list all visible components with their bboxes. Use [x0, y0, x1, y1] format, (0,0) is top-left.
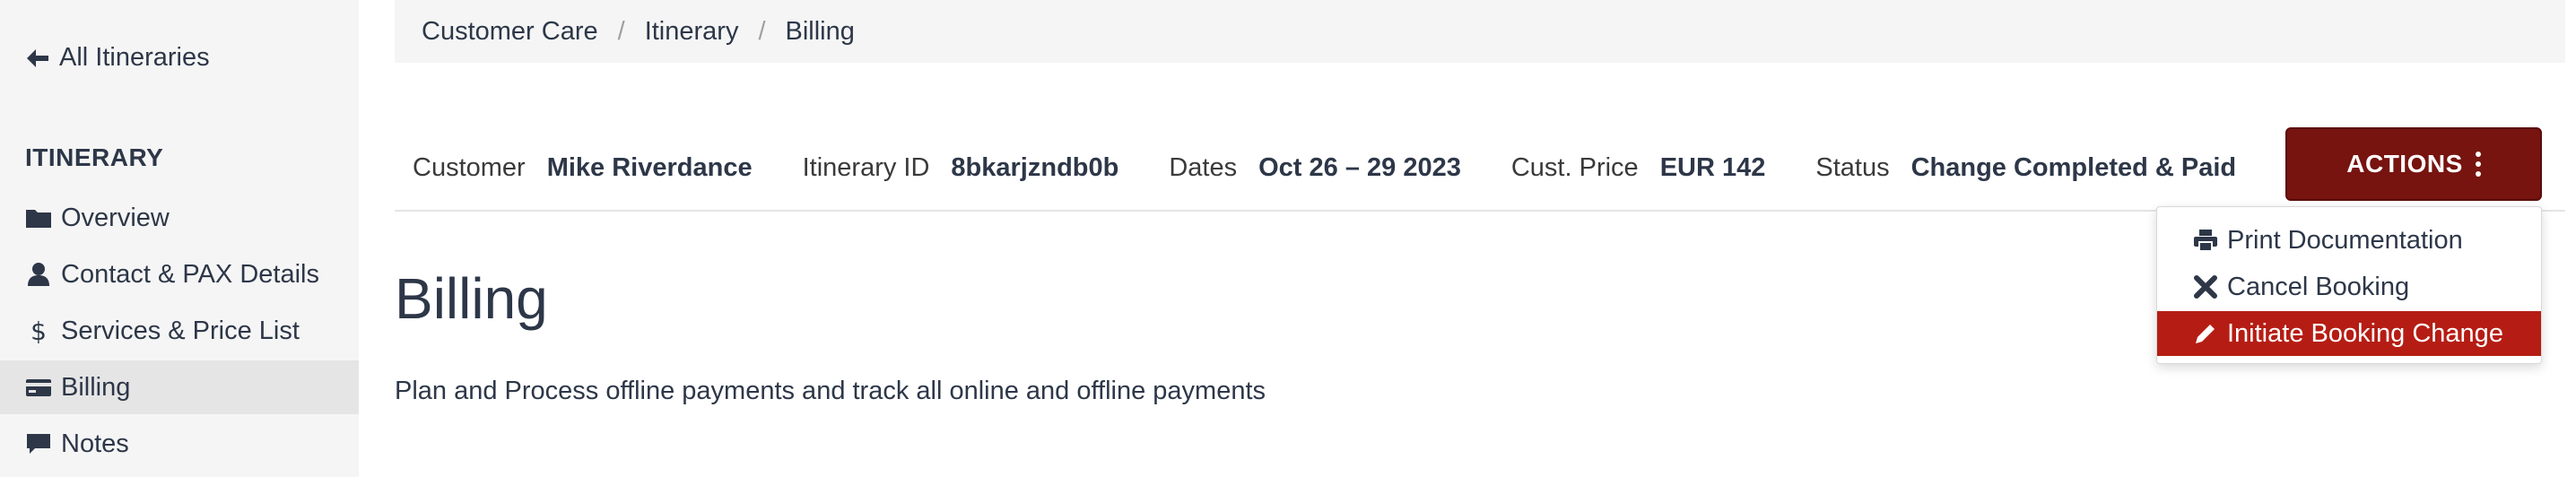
arrow-left-icon — [27, 48, 48, 67]
folder-icon — [25, 205, 52, 230]
status-label: Status — [1815, 152, 1890, 182]
actions-button[interactable]: ACTIONS — [2285, 127, 2542, 201]
status-field: Status Change Completed & Paid — [1815, 153, 2236, 183]
app: All Itineraries ITINERARY Overview Conta… — [0, 0, 2576, 477]
breadcrumb-customer-care[interactable]: Customer Care — [422, 17, 598, 47]
back-to-itineraries-link[interactable]: All Itineraries — [25, 43, 210, 73]
itinerary-info-bar: Customer Mike Riverdance Itinerary ID 8b… — [395, 126, 2565, 212]
user-icon — [25, 262, 52, 287]
itinerary-id-label: Itinerary ID — [802, 152, 930, 182]
sidebar-item-services[interactable]: $ Services & Price List — [0, 304, 359, 358]
itinerary-id-value: 8bkarjzndb0b — [951, 152, 1119, 182]
credit-card-icon — [25, 375, 52, 400]
dates-field: Dates Oct 26 – 29 2023 — [1169, 153, 1461, 183]
close-icon — [2194, 275, 2217, 299]
customer-value: Mike Riverdance — [546, 152, 753, 182]
sidebar-item-notes[interactable]: Notes — [0, 417, 359, 471]
svg-text:$: $ — [30, 318, 47, 343]
sidebar-item-label: Overview — [61, 203, 170, 232]
comment-icon — [25, 431, 52, 456]
sidebar-item-label: Billing — [61, 372, 131, 402]
menu-item-label: Initiate Booking Change — [2227, 318, 2503, 348]
status-value: Change Completed & Paid — [1910, 152, 2237, 182]
print-icon — [2194, 230, 2217, 252]
page-title: Billing — [395, 266, 548, 331]
sidebar-nav: Overview Contact & PAX Details $ Service… — [0, 191, 359, 473]
menu-item-label: Print Documentation — [2227, 225, 2463, 255]
actions-button-label: ACTIONS — [2346, 150, 2463, 178]
price-label: Cust. Price — [1510, 152, 1639, 182]
dates-value: Oct 26 – 29 2023 — [1258, 152, 1461, 182]
sidebar-section-heading: ITINERARY — [25, 143, 164, 171]
breadcrumb-billing: Billing — [785, 16, 855, 46]
sidebar-item-label: Services & Price List — [61, 316, 300, 345]
breadcrumb-separator: / — [617, 16, 625, 46]
price-field: Cust. Price EUR 142 — [1511, 153, 1766, 183]
menu-item-label: Cancel Booking — [2227, 272, 2410, 301]
sidebar-item-label: Notes — [61, 429, 129, 458]
dollar-icon: $ — [25, 318, 52, 343]
price-value: EUR 142 — [1659, 152, 1766, 182]
customer-label: Customer — [413, 152, 526, 182]
customer-field: Customer Mike Riverdance — [413, 153, 753, 183]
actions-dropdown-menu: Print Documentation Cancel Booking Initi… — [2156, 206, 2542, 364]
dates-label: Dates — [1169, 152, 1238, 182]
sidebar-item-contact[interactable]: Contact & PAX Details — [0, 247, 359, 301]
sidebar: All Itineraries ITINERARY Overview Conta… — [0, 0, 359, 477]
breadcrumb: Customer Care / Itinerary / Billing — [395, 0, 2565, 63]
sidebar-item-label: Contact & PAX Details — [61, 259, 319, 289]
page-description: Plan and Process offline payments and tr… — [395, 377, 1266, 405]
itinerary-id-field: Itinerary ID 8bkarjzndb0b — [803, 153, 1119, 183]
menu-item-print-documentation[interactable]: Print Documentation — [2157, 218, 2541, 263]
pencil-icon — [2196, 325, 2215, 343]
sidebar-item-overview[interactable]: Overview — [0, 191, 359, 245]
menu-item-initiate-booking-change[interactable]: Initiate Booking Change — [2157, 311, 2541, 356]
kebab-menu-icon — [2475, 152, 2481, 177]
menu-item-cancel-booking[interactable]: Cancel Booking — [2157, 265, 2541, 309]
breadcrumb-separator: / — [758, 16, 766, 46]
back-link-label: All Itineraries — [59, 43, 210, 72]
sidebar-item-billing[interactable]: Billing — [0, 360, 359, 414]
breadcrumb-itinerary[interactable]: Itinerary — [645, 17, 739, 47]
